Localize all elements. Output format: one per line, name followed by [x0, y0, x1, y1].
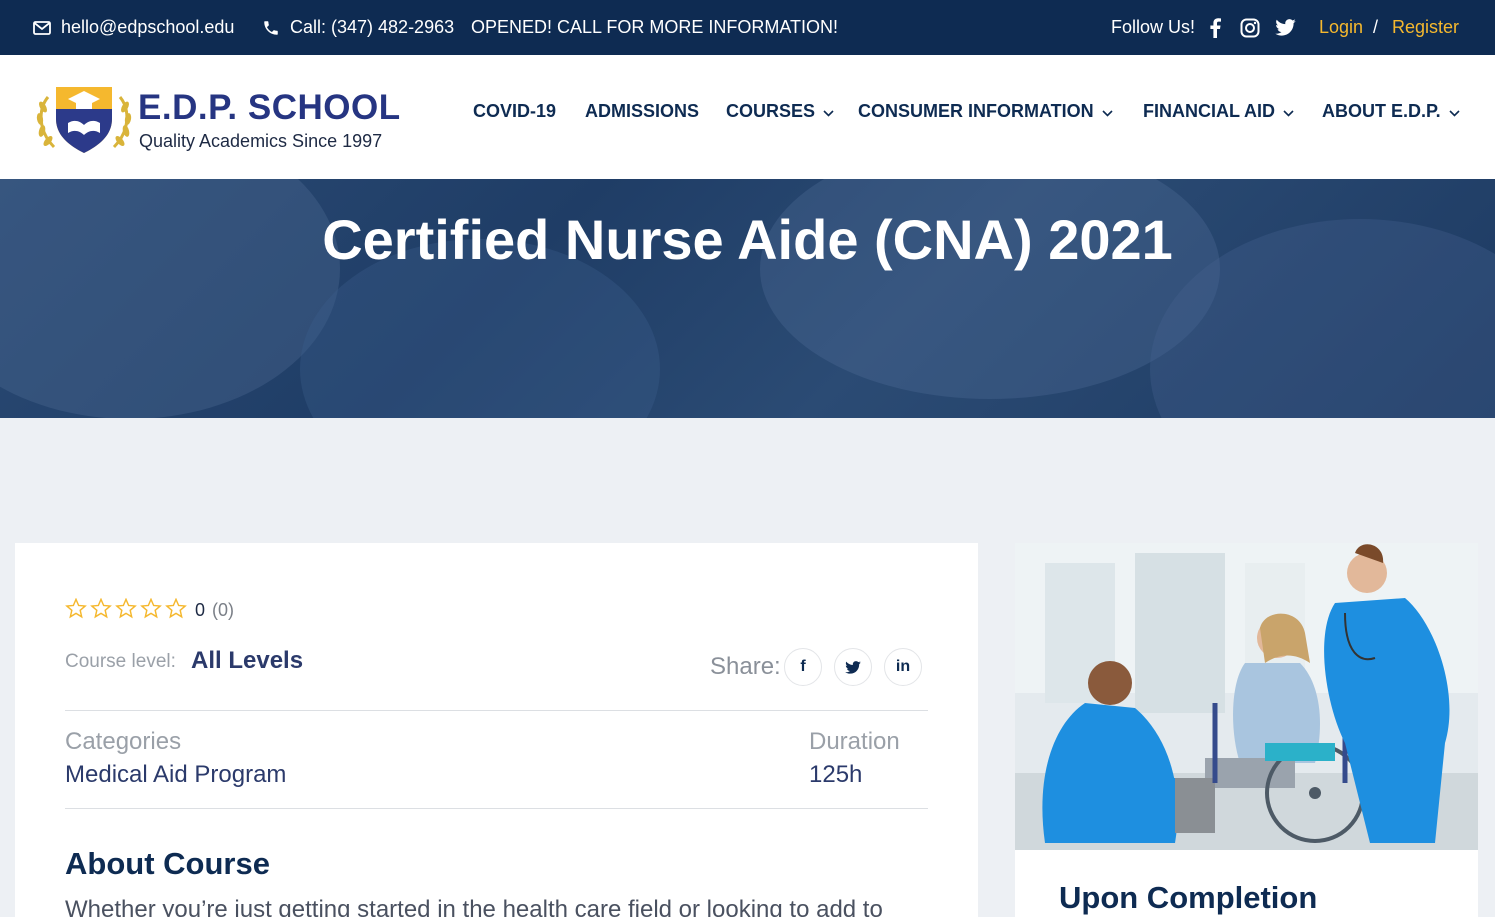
rating-count: (0) [212, 600, 234, 620]
star-icon [90, 598, 112, 619]
twitter-icon [845, 660, 861, 674]
about-course-heading: About Course [65, 846, 270, 881]
categories-label: Categories [65, 728, 182, 755]
nav-label: COVID-19 [473, 100, 557, 121]
categories-value[interactable]: Medical Aid Program [65, 761, 286, 789]
nav-label: COURSES [726, 100, 816, 121]
chevron-down-icon [1102, 101, 1113, 122]
course-info-card: 0 (0) Course level: All Levels Share: f … [15, 543, 978, 917]
nav-financial-aid[interactable]: FINANCIAL AID [1143, 96, 1294, 126]
upon-completion-heading: Upon Completion [1059, 880, 1318, 915]
nav-admissions[interactable]: ADMISSIONS [585, 96, 699, 126]
nav-label: ABOUT E.D.P. [1322, 100, 1441, 121]
share-facebook-button[interactable]: f [784, 648, 822, 686]
chevron-down-icon [1449, 101, 1460, 122]
register-link[interactable]: Register [1392, 0, 1459, 55]
rating-stars [65, 598, 187, 619]
brand-name[interactable]: E.D.P. SCHOOL [138, 88, 401, 128]
site-header: E.D.P. SCHOOL Quality Academics Since 19… [0, 55, 1495, 179]
page-title: Certified Nurse Aide (CNA) 2021 [322, 208, 1173, 271]
nav-courses[interactable]: COURSES [726, 96, 834, 126]
nav-consumer-information[interactable]: CONSUMER INFORMATION [858, 96, 1113, 126]
email-link[interactable]: hello@edpschool.edu [33, 0, 234, 55]
nav-label: ADMISSIONS [585, 100, 700, 121]
login-register-separator: / [1373, 17, 1379, 37]
top-bar: hello@edpschool.edu Call: (347) 482-2963… [0, 0, 1495, 55]
share-label: Share: [710, 653, 781, 680]
linkedin-icon: in [895, 658, 911, 675]
star-icon [115, 598, 137, 619]
nav-label: FINANCIAL AID [1143, 100, 1275, 121]
share-linkedin-button[interactable]: in [884, 648, 922, 686]
nav-label: CONSUMER INFORMATION [858, 100, 1094, 121]
course-level-label: Course level: [65, 651, 176, 672]
brand-tagline: Quality Academics Since 1997 [139, 131, 383, 151]
email-text: hello@edpschool.edu [61, 17, 235, 37]
instagram-icon[interactable] [1240, 0, 1260, 55]
announcement-text: OPENED! CALL FOR MORE INFORMATION! [471, 17, 839, 37]
share-twitter-button[interactable] [834, 648, 872, 686]
chevron-down-icon [1283, 101, 1294, 122]
completion-card: Upon Completion [1015, 850, 1478, 917]
nav-covid-19[interactable]: COVID-19 [473, 96, 556, 126]
course-level-value: All Levels [191, 647, 304, 674]
phone-icon [262, 19, 290, 37]
facebook-icon[interactable] [1209, 0, 1221, 55]
facebook-icon: f [800, 658, 806, 675]
follow-label: Follow Us! [1111, 17, 1196, 37]
login-link[interactable]: Login [1319, 0, 1363, 55]
phone-text: Call: (347) 482-2963 [290, 17, 455, 37]
phone-link[interactable]: Call: (347) 482-2963 [262, 0, 454, 55]
divider [65, 808, 928, 809]
nav-about-edp[interactable]: ABOUT E.D.P. [1322, 96, 1460, 126]
duration-value: 125h [809, 761, 863, 788]
star-icon [165, 598, 187, 619]
course-image [1015, 543, 1478, 850]
mail-icon [33, 20, 61, 35]
school-logo[interactable] [34, 79, 134, 157]
chevron-down-icon [823, 101, 834, 122]
star-icon [140, 598, 162, 619]
hero-banner: Certified Nurse Aide (CNA) 2021 [0, 179, 1495, 418]
twitter-icon[interactable] [1275, 0, 1296, 55]
duration-label: Duration [809, 728, 900, 755]
about-course-text: Whether you’re just getting started in t… [65, 896, 883, 917]
star-icon [65, 598, 87, 619]
divider [65, 710, 928, 711]
rating-value: 0 [195, 600, 206, 620]
